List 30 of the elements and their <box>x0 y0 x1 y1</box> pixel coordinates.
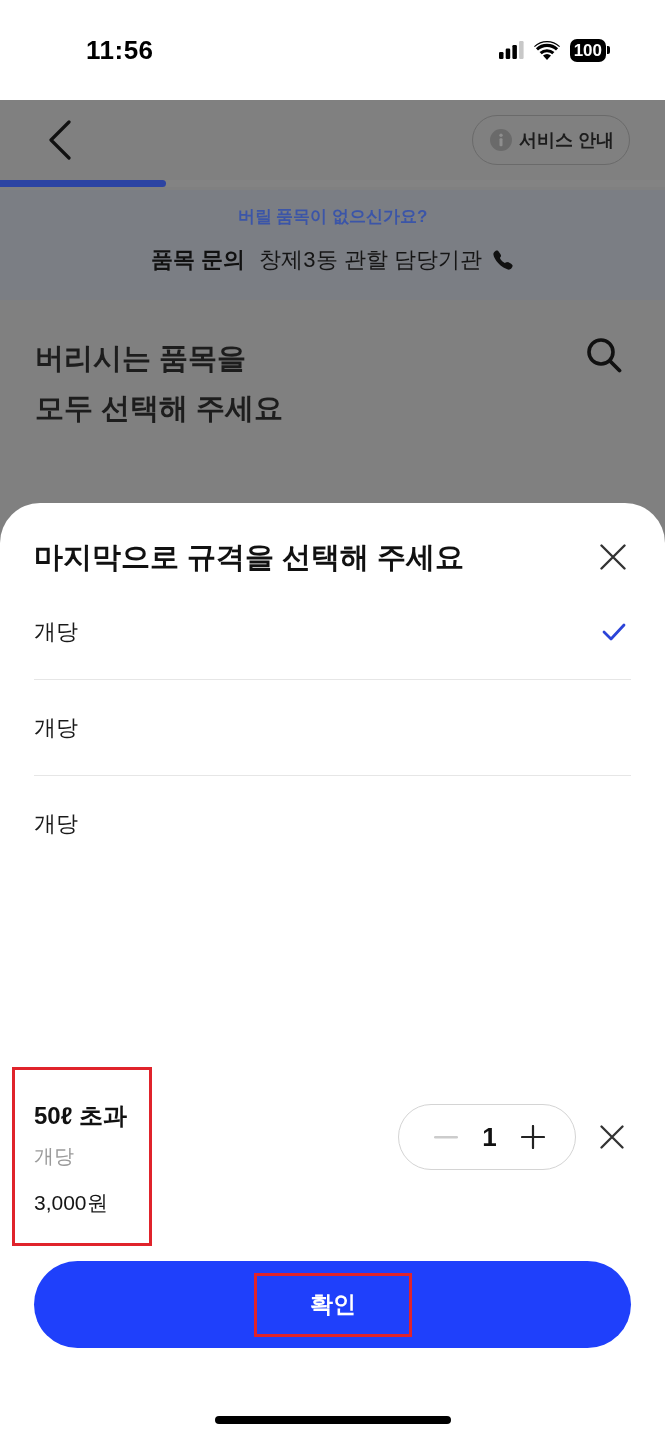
sheet-title: 마지막으로 규격을 선택해 주세요 <box>34 540 465 575</box>
info-icon <box>490 129 512 151</box>
service-guide-button[interactable]: 서비스 안내 <box>472 115 630 165</box>
plus-icon <box>521 1125 545 1149</box>
option-row[interactable]: 개당 <box>34 680 631 776</box>
status-time: 11:56 <box>86 34 154 66</box>
search-button[interactable] <box>586 337 622 373</box>
remove-button[interactable] <box>600 1125 624 1149</box>
item-price: 3,000원 <box>34 1190 109 1216</box>
minus-icon <box>434 1135 458 1139</box>
signal-icon <box>498 41 524 59</box>
confirm-button[interactable]: 확인 <box>34 1261 631 1348</box>
increase-button[interactable] <box>521 1125 545 1149</box>
close-button[interactable] <box>600 544 626 570</box>
battery-indicator: 100 <box>569 38 610 62</box>
item-unit: 개당 <box>34 1144 75 1169</box>
search-icon <box>586 337 622 373</box>
inquiry-label: 품목 문의 <box>151 246 246 274</box>
close-icon <box>600 1125 624 1149</box>
back-button[interactable] <box>48 120 72 160</box>
phone-icon[interactable] <box>491 249 514 271</box>
inquiry-contact-text: 창제3동 관할 담당기관 <box>259 246 482 274</box>
page-title: 버리시는 품목을 모두 선택해 주세요 <box>35 341 284 426</box>
item-name: 50ℓ 초과 <box>34 1101 129 1131</box>
close-icon <box>600 544 626 570</box>
option-row[interactable]: 개당 <box>34 776 631 872</box>
chevron-left-icon <box>48 120 72 160</box>
option-row[interactable]: 개당 <box>34 584 631 680</box>
wifi-icon <box>533 40 560 60</box>
quantity-value: 1 <box>482 1122 497 1152</box>
